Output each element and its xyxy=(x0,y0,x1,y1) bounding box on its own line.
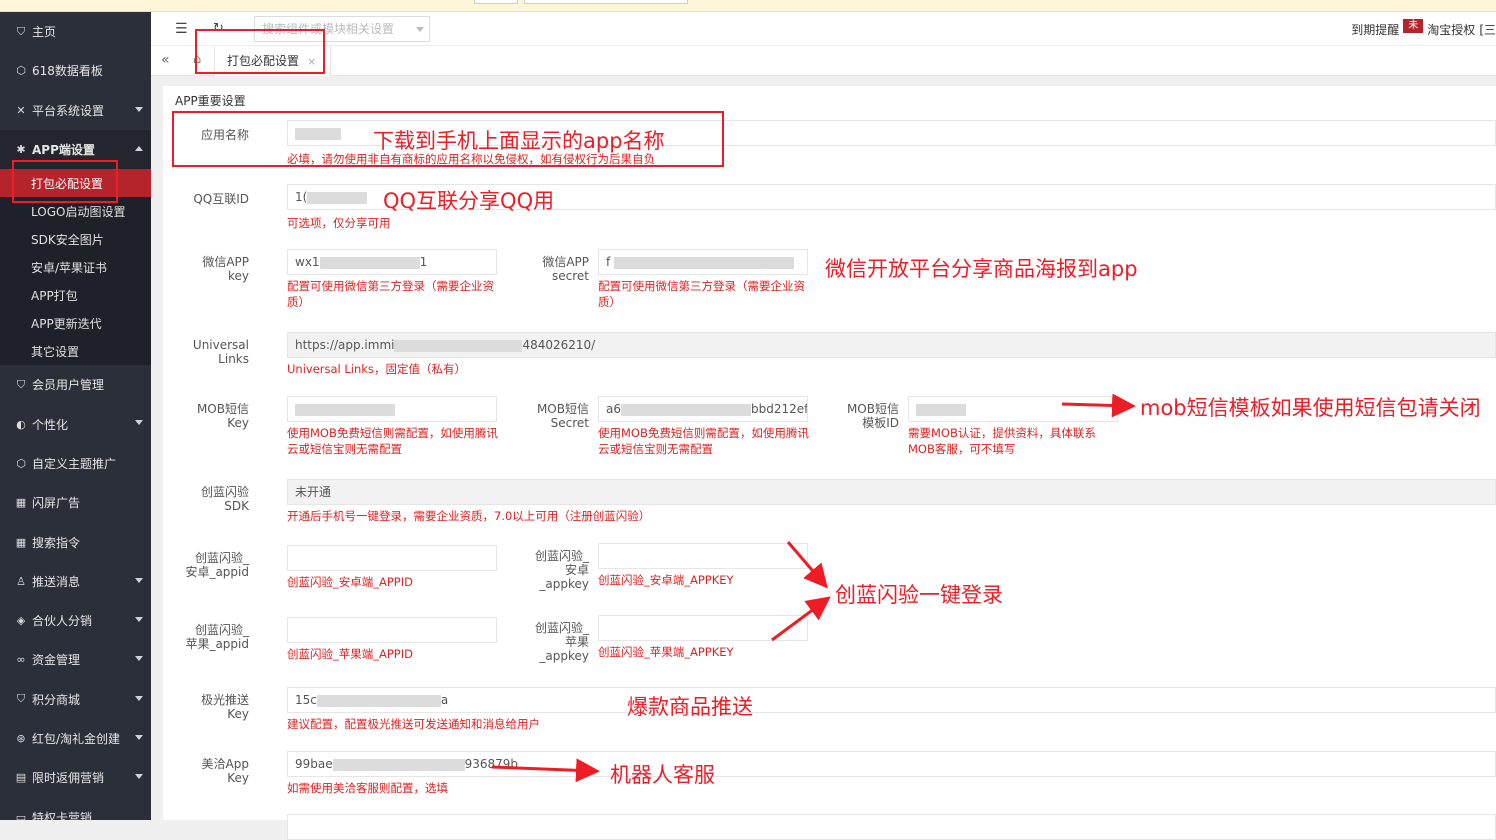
annotation-arrows xyxy=(491,393,1136,783)
arrow-meiqia xyxy=(491,758,600,783)
arrow-chuanglan-bottom xyxy=(771,596,831,642)
arrow-chuanglan-top xyxy=(786,541,828,589)
arrow-mob xyxy=(1061,393,1136,418)
